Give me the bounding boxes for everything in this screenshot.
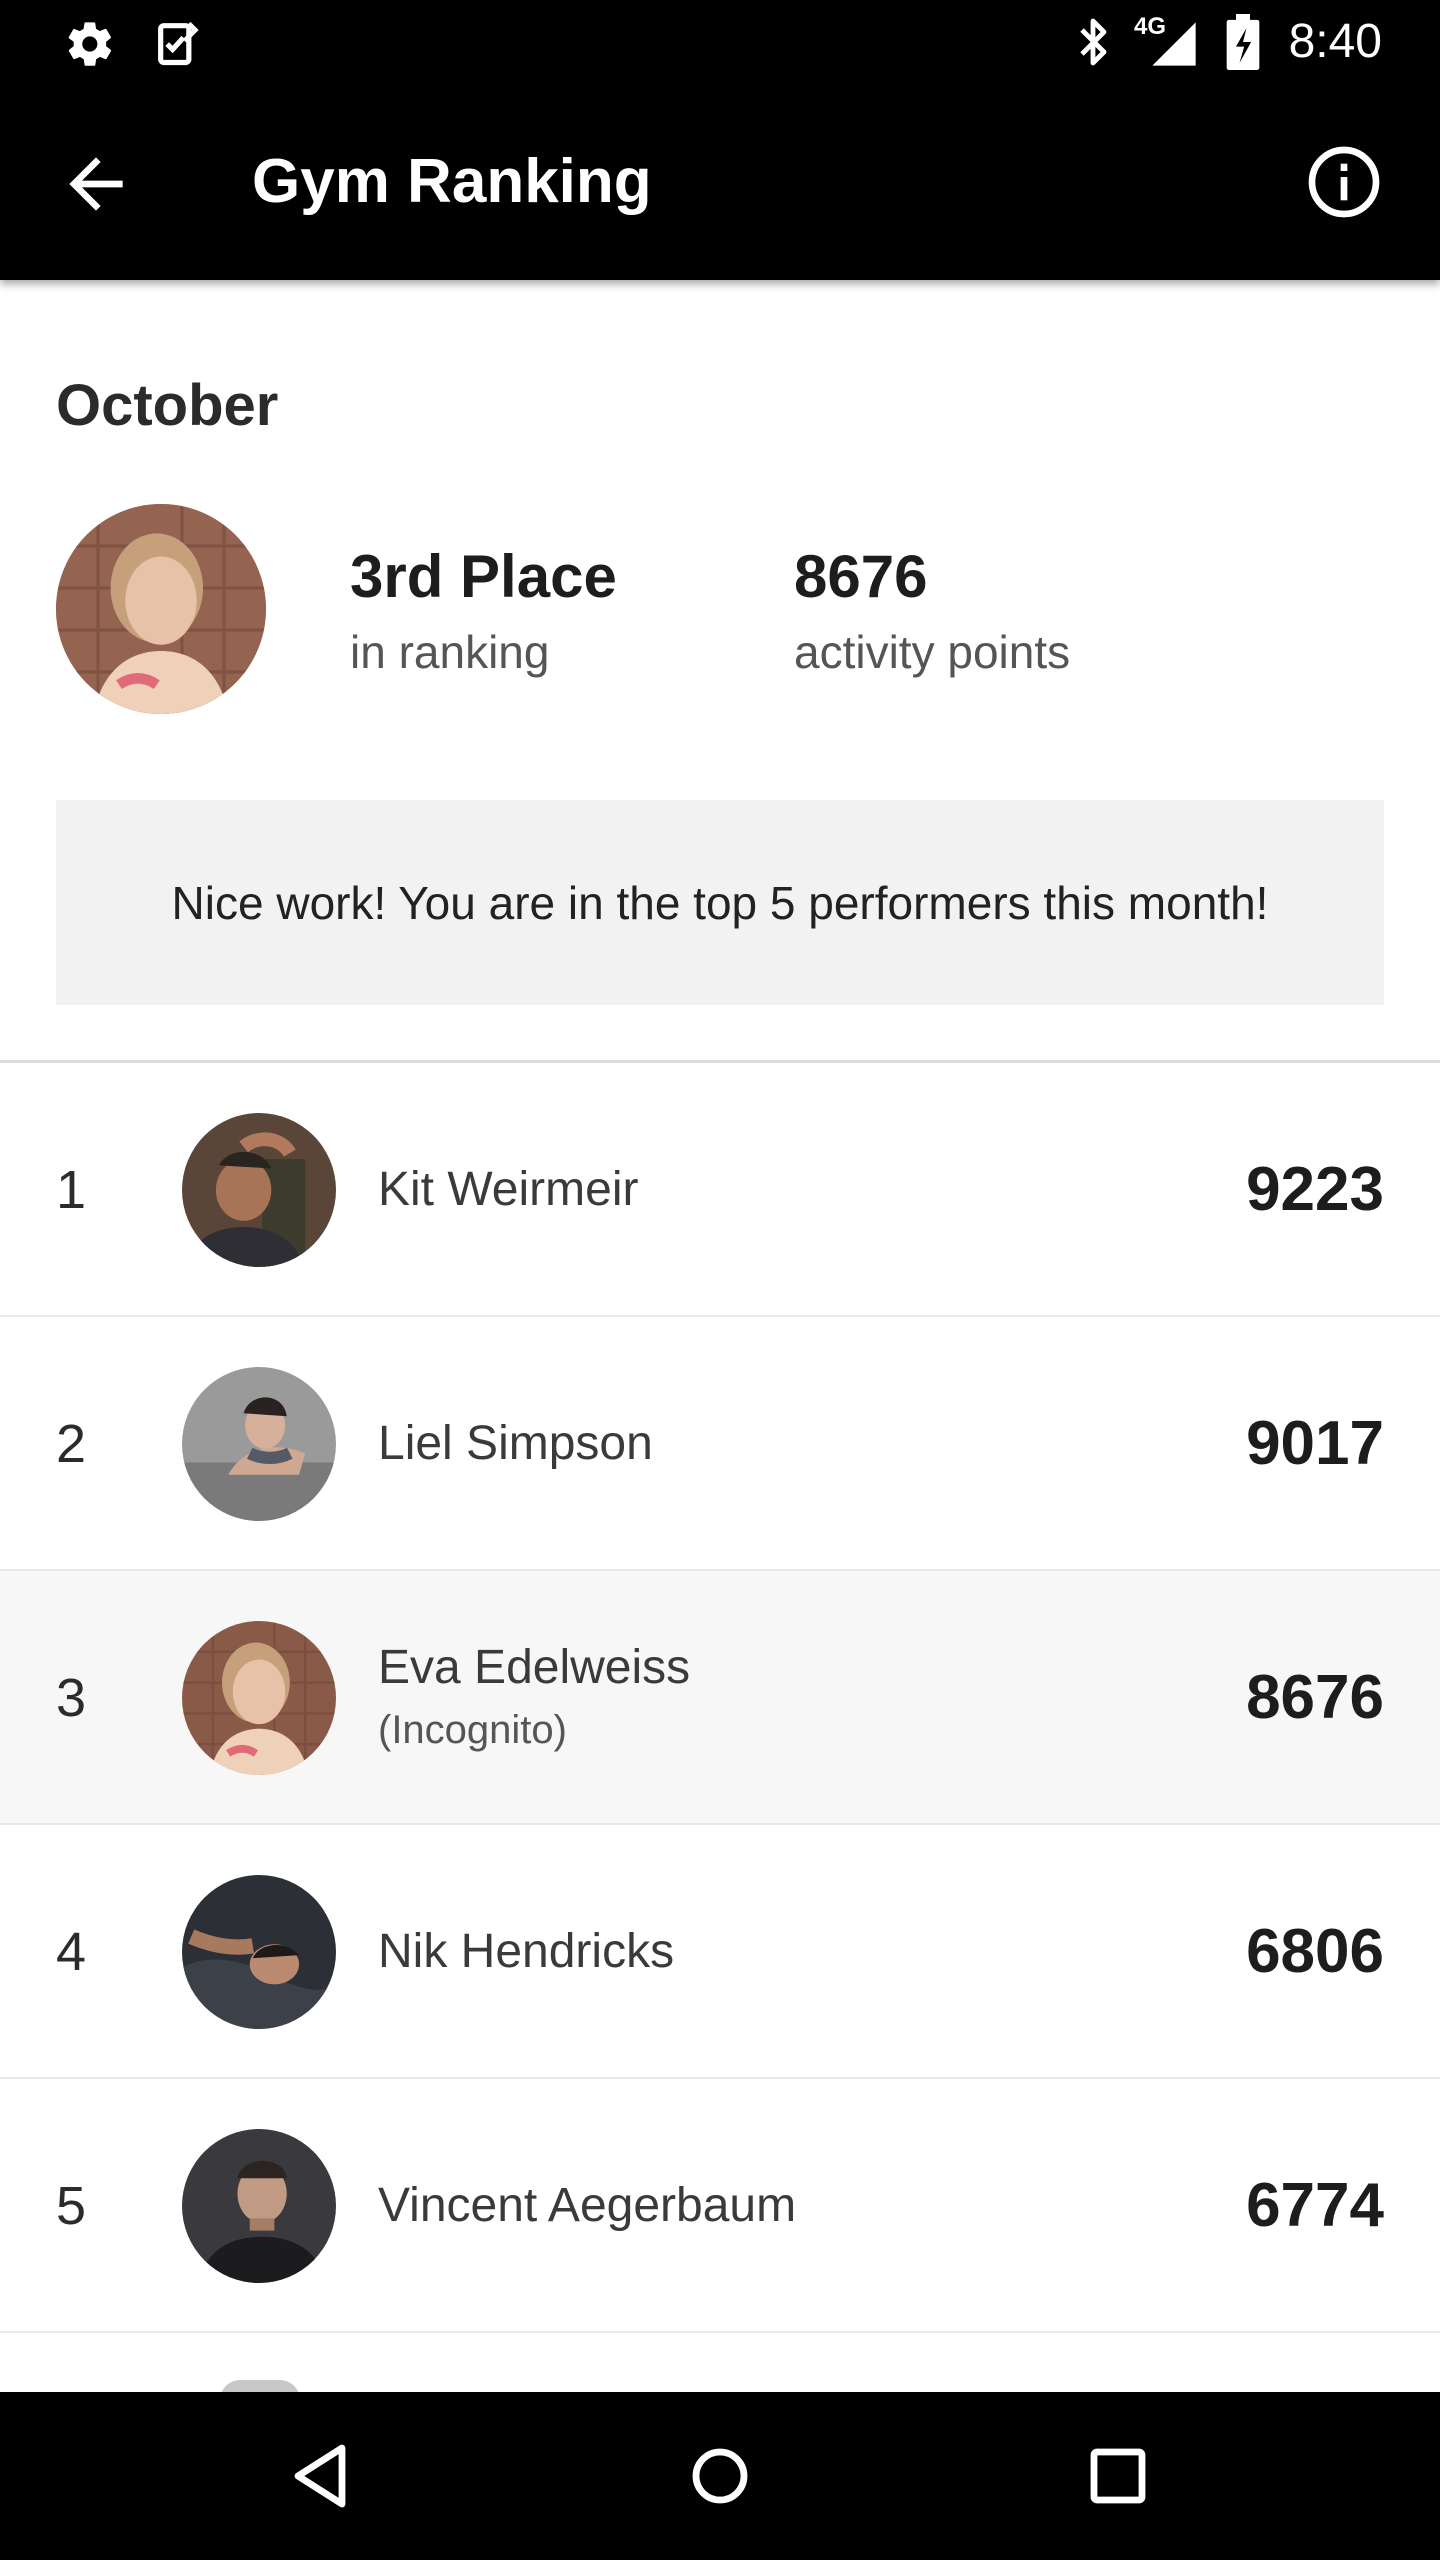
- notice-text: Nice work! You are in the top 5 performe…: [171, 876, 1269, 929]
- avatar: [182, 1621, 336, 1775]
- member-name: Eva Edelweiss: [378, 1641, 691, 1694]
- ranking-row[interactable]: 2 Liel Simpson 9017: [0, 1317, 1440, 1571]
- home-circle-icon[interactable]: [680, 2436, 760, 2516]
- member-status: (Incognito): [378, 1708, 567, 1752]
- ranking-row[interactable]: 4 Nik Hendricks 6806: [0, 1825, 1440, 2079]
- my-avatar: [56, 504, 266, 714]
- battery-icon: [1226, 14, 1260, 70]
- back-triangle-icon[interactable]: [282, 2436, 362, 2516]
- ranking-row-current-user[interactable]: 3 Eva Edelweiss (Incognito) 8676: [0, 1571, 1440, 1825]
- avatar: [182, 1367, 336, 1521]
- checklist-icon: [158, 21, 199, 66]
- my-points-label: activity points: [794, 626, 1071, 678]
- month-heading: October: [56, 373, 279, 438]
- rank-number: 3: [56, 1668, 87, 1728]
- member-points: 6774: [1246, 2171, 1384, 2240]
- info-icon[interactable]: [1304, 142, 1384, 222]
- member-points: 8676: [1246, 1663, 1384, 1732]
- rank-number: 5: [56, 2176, 87, 2236]
- rank-number: 4: [56, 1922, 87, 1982]
- avatar: [182, 1113, 336, 1267]
- ranking-row[interactable]: 5 Vincent Aegerbaum 6774: [0, 2079, 1440, 2333]
- signal-icon: [1152, 22, 1196, 66]
- member-points: 9223: [1246, 1155, 1384, 1224]
- rank-number: 2: [56, 1414, 87, 1474]
- avatar: [182, 1875, 336, 2029]
- ranking-list: 1 Kit Weirmeir 9223 2 Liel Simpson 9017 …: [0, 1063, 1440, 2333]
- recents-square-icon[interactable]: [1078, 2436, 1158, 2516]
- member-name: Kit Weirmeir: [378, 1163, 639, 1216]
- settings-icon: [68, 22, 112, 66]
- my-place-label: in ranking: [350, 626, 550, 678]
- app-toolbar: Gym Ranking: [0, 84, 1440, 280]
- back-arrow-icon[interactable]: [56, 144, 136, 224]
- ranking-row[interactable]: 1 Kit Weirmeir 9223: [0, 1063, 1440, 1317]
- member-points: 9017: [1246, 1409, 1384, 1478]
- member-name: Vincent Aegerbaum: [378, 2179, 797, 2232]
- performance-notice: Nice work! You are in the top 5 performe…: [56, 800, 1384, 1005]
- rank-number: 1: [56, 1160, 87, 1220]
- status-bar: 4G 8:40: [0, 0, 1440, 84]
- page-title: Gym Ranking: [252, 147, 652, 216]
- my-points-value: 8676: [794, 543, 928, 610]
- clock: 8:40: [1288, 15, 1382, 68]
- avatar: [182, 2129, 336, 2283]
- system-nav-bar: [0, 2392, 1440, 2560]
- member-name: Nik Hendricks: [378, 1925, 675, 1978]
- member-name: Liel Simpson: [378, 1417, 653, 1470]
- my-place-value: 3rd Place: [350, 543, 617, 610]
- member-points: 6806: [1246, 1917, 1384, 1986]
- bluetooth-icon: [1080, 18, 1107, 66]
